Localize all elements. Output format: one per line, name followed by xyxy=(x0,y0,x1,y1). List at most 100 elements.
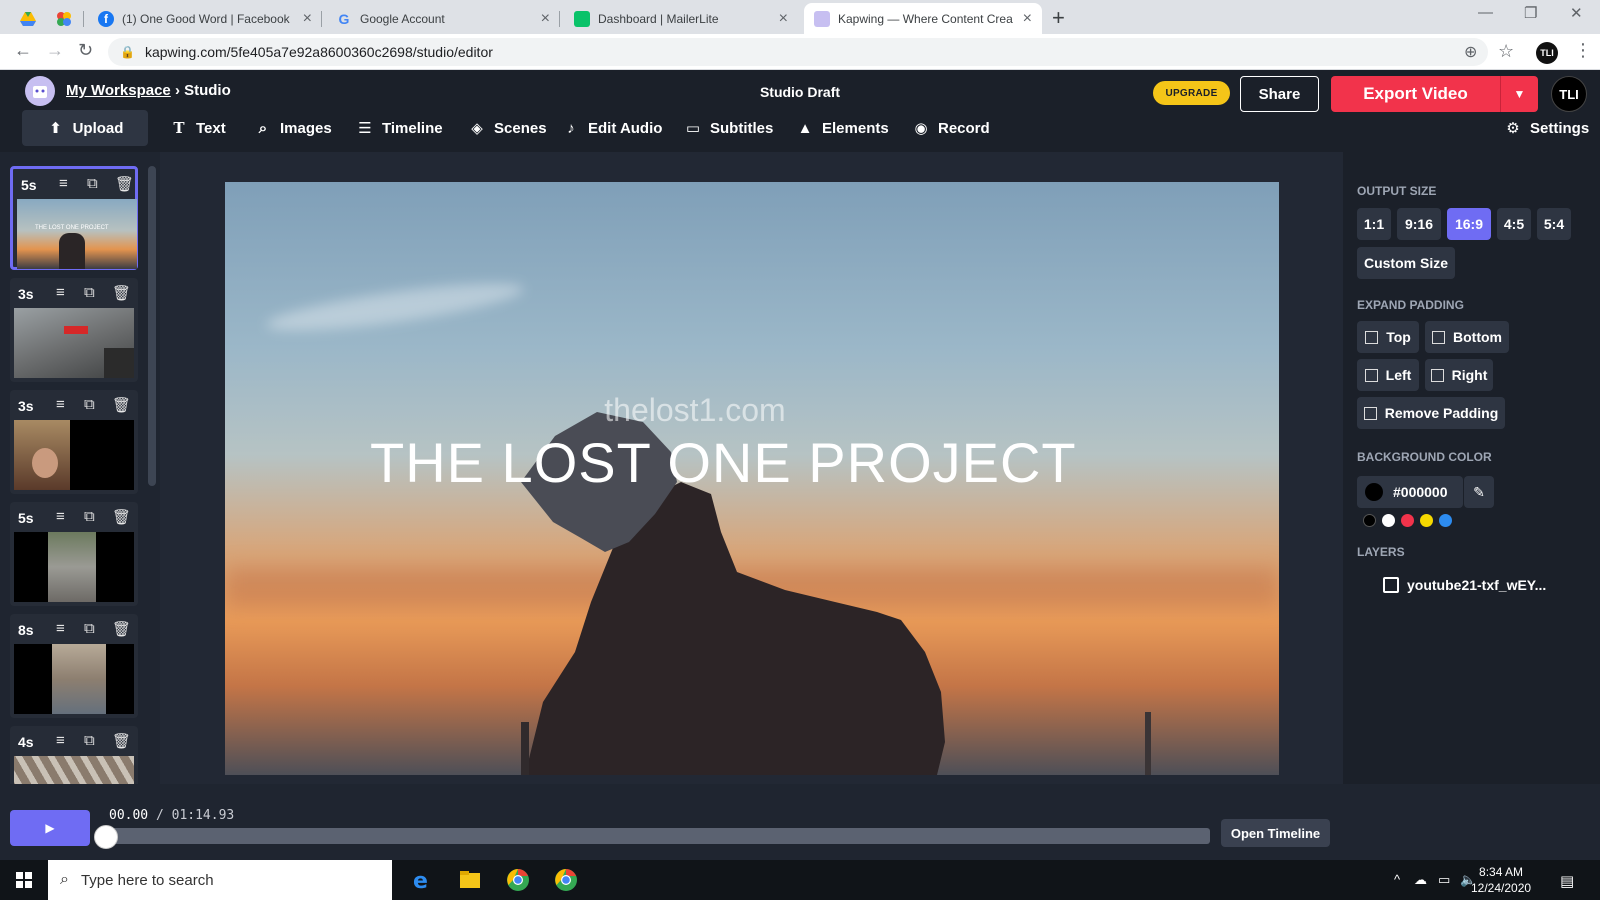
trash-icon[interactable]: 🗑 xyxy=(112,284,131,302)
tab-facebook[interactable]: f (1) One Good Word | Facebook × xyxy=(88,3,322,34)
trash-icon[interactable]: 🗑 xyxy=(112,732,131,750)
export-video-button[interactable]: Export Video ▼ xyxy=(1331,76,1538,112)
canvas-watermark-text[interactable]: thelost1.com xyxy=(225,392,1165,429)
scene-card[interactable]: 3s ≡ ⧉ 🗑 xyxy=(10,390,138,494)
size-1-1-button[interactable]: 1:1 xyxy=(1357,208,1391,240)
duplicate-icon[interactable]: ⧉ xyxy=(84,620,95,637)
tab-mailerlite[interactable]: Dashboard | MailerLite × xyxy=(564,3,798,34)
onedrive-icon[interactable]: ☁ xyxy=(1414,872,1427,888)
chrome-active-icon[interactable] xyxy=(554,868,578,892)
chrome-icon[interactable] xyxy=(506,868,530,892)
eyedropper-button[interactable]: ✎ xyxy=(1464,476,1494,508)
restore-icon[interactable]: ❐ xyxy=(1524,4,1537,22)
close-icon[interactable]: × xyxy=(1023,10,1032,28)
back-arrow-icon[interactable]: ← xyxy=(14,40,32,61)
scrubber-handle[interactable] xyxy=(94,825,118,849)
open-timeline-button[interactable]: Open Timeline xyxy=(1221,819,1330,847)
canvas-headline-text[interactable]: THE LOST ONE PROJECT xyxy=(370,430,1077,495)
padding-bottom-button[interactable]: Bottom xyxy=(1425,321,1509,353)
notifications-icon[interactable]: ▤ xyxy=(1560,872,1574,890)
size-5-4-button[interactable]: 5:4 xyxy=(1537,208,1571,240)
menu-lines-icon[interactable]: ≡ xyxy=(56,284,65,301)
scenes-tool-button[interactable]: ◈ Scenes xyxy=(468,110,546,146)
size-4-5-button[interactable]: 4:5 xyxy=(1497,208,1531,240)
window-close-icon[interactable]: ✕ xyxy=(1570,4,1583,22)
taskbar-search-box[interactable]: ⌕ Type here to search xyxy=(48,860,392,900)
scene-card[interactable]: 3s ≡ ⧉ 🗑 xyxy=(10,278,138,382)
close-icon[interactable]: × xyxy=(779,10,788,28)
url-field[interactable]: 🔒 kapwing.com/5fe405a7e92a8600360c2698/s… xyxy=(108,38,1488,66)
tab-google-account[interactable]: G Google Account × xyxy=(326,3,560,34)
upgrade-button[interactable]: UPGRADE xyxy=(1153,81,1230,105)
swatch-white[interactable] xyxy=(1382,514,1395,527)
add-to-screen-icon[interactable]: ⊕ xyxy=(1464,42,1477,62)
swatch-yellow[interactable] xyxy=(1420,514,1433,527)
profile-avatar[interactable]: TLI xyxy=(1536,42,1558,64)
tab-google-drive[interactable] xyxy=(10,3,44,34)
windows-start-icon[interactable] xyxy=(16,872,32,888)
bookmark-star-icon[interactable]: ☆ xyxy=(1498,41,1514,62)
browser-menu-icon[interactable]: ⋮ xyxy=(1574,40,1592,61)
system-clock[interactable]: 8:34 AM 12/24/2020 xyxy=(1471,864,1531,896)
play-button[interactable]: ▶ xyxy=(10,810,90,846)
scenes-scrollbar[interactable] xyxy=(148,166,156,486)
elements-tool-button[interactable]: ▲ Elements xyxy=(796,110,889,146)
forward-arrow-icon[interactable]: → xyxy=(46,40,64,61)
upload-button[interactable]: ⬆ Upload xyxy=(22,110,148,146)
trash-icon[interactable]: 🗑 xyxy=(112,620,131,638)
tab-kapwing[interactable]: Kapwing — Where Content Crea × xyxy=(804,3,1042,34)
close-icon[interactable]: × xyxy=(541,10,550,28)
menu-lines-icon[interactable]: ≡ xyxy=(59,175,68,192)
edge-icon[interactable]: e xyxy=(410,868,434,892)
background-color-picker[interactable]: #000000 xyxy=(1357,476,1463,508)
images-tool-button[interactable]: ⌕ Images xyxy=(254,110,332,146)
duplicate-icon[interactable]: ⧉ xyxy=(84,396,95,413)
close-icon[interactable]: × xyxy=(303,10,312,28)
scene-card[interactable]: 5s ≡ ⧉ 🗑 xyxy=(10,502,138,606)
duplicate-icon[interactable]: ⧉ xyxy=(87,175,98,192)
share-button[interactable]: Share xyxy=(1240,76,1319,112)
text-tool-button[interactable]: T Text xyxy=(170,110,225,146)
breadcrumb-workspace-link[interactable]: My Workspace xyxy=(66,82,171,99)
size-16-9-button[interactable]: 16:9 xyxy=(1447,208,1491,240)
size-9-16-button[interactable]: 9:16 xyxy=(1397,208,1441,240)
trash-icon[interactable]: 🗑 xyxy=(112,508,131,526)
trash-icon[interactable]: 🗑 xyxy=(115,175,134,193)
custom-size-button[interactable]: Custom Size xyxy=(1357,247,1455,279)
swatch-black[interactable] xyxy=(1363,514,1376,527)
duplicate-icon[interactable]: ⧉ xyxy=(84,284,95,301)
menu-lines-icon[interactable]: ≡ xyxy=(56,732,65,749)
chevron-up-icon[interactable]: ^ xyxy=(1394,872,1400,887)
settings-button[interactable]: ⚙ Settings xyxy=(1504,110,1589,146)
swatch-red[interactable] xyxy=(1401,514,1414,527)
padding-left-button[interactable]: Left xyxy=(1357,359,1419,391)
new-tab-button[interactable]: + xyxy=(1052,5,1065,31)
scrubber-track[interactable] xyxy=(105,828,1210,844)
layer-item[interactable]: youtube21-txf_wEY... xyxy=(1383,577,1546,593)
trash-icon[interactable]: 🗑 xyxy=(112,396,131,414)
duplicate-icon[interactable]: ⧉ xyxy=(84,508,95,525)
workspace-avatar[interactable] xyxy=(25,76,55,106)
menu-lines-icon[interactable]: ≡ xyxy=(56,508,65,525)
padding-top-button[interactable]: Top xyxy=(1357,321,1419,353)
user-avatar[interactable]: TLI xyxy=(1551,76,1587,112)
minimize-icon[interactable]: — xyxy=(1478,4,1493,21)
menu-lines-icon[interactable]: ≡ xyxy=(56,396,65,413)
scene-card[interactable]: 4s ≡ ⧉ 🗑 xyxy=(10,726,138,784)
video-canvas[interactable]: thelost1.com THE LOST ONE PROJECT xyxy=(225,182,1279,775)
network-icon[interactable]: ▭ xyxy=(1438,872,1450,888)
file-explorer-icon[interactable] xyxy=(458,868,482,892)
record-tool-button[interactable]: ◉ Record xyxy=(912,110,989,146)
padding-right-button[interactable]: Right xyxy=(1425,359,1493,391)
chevron-down-icon[interactable]: ▼ xyxy=(1500,76,1538,112)
edit-audio-tool-button[interactable]: ♪ Edit Audio xyxy=(562,110,662,146)
menu-lines-icon[interactable]: ≡ xyxy=(56,620,65,637)
scene-card[interactable]: 8s ≡ ⧉ 🗑 xyxy=(10,614,138,718)
timeline-tool-button[interactable]: ☰ Timeline xyxy=(356,110,442,146)
remove-padding-button[interactable]: Remove Padding xyxy=(1357,397,1505,429)
swatch-blue[interactable] xyxy=(1439,514,1452,527)
duplicate-icon[interactable]: ⧉ xyxy=(84,732,95,749)
reload-icon[interactable]: ↻ xyxy=(78,40,93,61)
project-title[interactable]: Studio Draft xyxy=(760,84,840,100)
tab-pinwheel[interactable] xyxy=(46,3,84,34)
